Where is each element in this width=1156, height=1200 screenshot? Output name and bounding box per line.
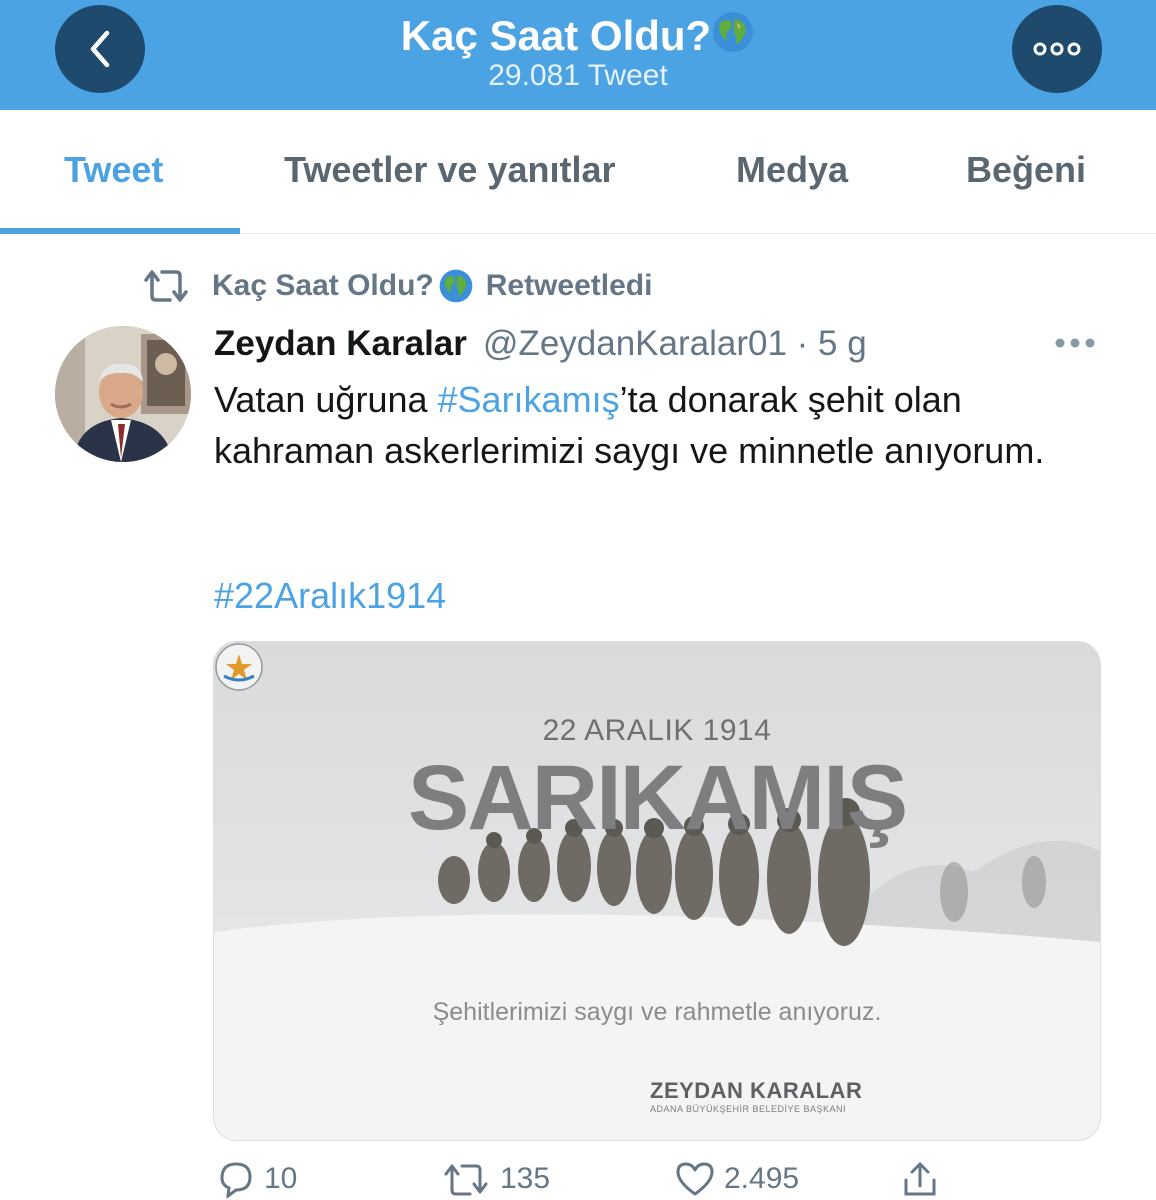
retweet-count: 135 (500, 1162, 551, 1195)
tweet-text-start: Vatan uğruna (214, 379, 438, 420)
avatar-photo (55, 326, 191, 462)
like-count: 2.495 (724, 1162, 800, 1195)
image-headline-text: SARIKAMIŞ (407, 747, 908, 849)
active-tab-indicator (0, 228, 240, 234)
tweet-count: 29.081 Tweet (488, 59, 668, 92)
reply-button[interactable]: 10 (216, 1160, 297, 1198)
profile-tabs: Tweet Tweetler ve yanıtlar Medya Beğeni (0, 110, 1156, 234)
retweet-icon (144, 270, 188, 302)
author-handle: @ZeydanKaralar01 · 5 g (482, 324, 867, 363)
tweet-text: Vatan uğruna #Sarıkamış’ta donarak şehit… (214, 374, 1114, 476)
tweet-media-image[interactable]: 22 ARALIK 1914 SARIKAMIŞ Şehitlerimizi s… (213, 641, 1101, 1141)
reply-icon (220, 1162, 252, 1198)
globe-icon (713, 12, 754, 52)
image-org-name: ZEYDAN KARALAR (650, 1078, 863, 1103)
hashtag-sarikamis[interactable]: #Sarıkamış (438, 379, 620, 420)
retweet-icon (444, 1164, 488, 1196)
share-icon (904, 1162, 936, 1196)
image-org-subtitle: ADANA BÜYÜKŞEHİR BELEDİYE BAŞKANI (650, 1104, 847, 1114)
retweet-context[interactable]: Kaç Saat Oldu? Retweetledi (140, 266, 652, 306)
retweet-button[interactable]: 135 (440, 1160, 550, 1198)
profile-title: Kaç Saat Oldu? (0, 10, 1156, 61)
globe-icon (439, 269, 473, 303)
tab-likes[interactable]: Beğeni (966, 148, 1086, 192)
retweeted-label: Retweetledi (485, 269, 653, 302)
municipality-logo-icon (215, 643, 263, 691)
retweeted-by: Kaç Saat Oldu? (212, 269, 434, 302)
profile-header: Kaç Saat Oldu? 29.081 Tweet (0, 0, 1156, 110)
author-name: Zeydan Karalar (214, 324, 467, 363)
more-options-button[interactable] (1012, 5, 1102, 93)
reply-count: 10 (264, 1162, 298, 1195)
like-button[interactable]: 2.495 (674, 1160, 799, 1198)
share-button[interactable] (900, 1160, 948, 1198)
tab-tweets[interactable]: Tweet (64, 148, 163, 192)
tweet-actions: 10 135 2.495 (0, 1160, 1156, 1200)
hashtag-22aralik1914[interactable]: #22Aralık1914 (214, 574, 446, 618)
tweet-author[interactable]: Zeydan Karalar @ZeydanKaralar01 · 5 g (214, 322, 867, 366)
image-caption-text: Şehitlerimizi saygı ve rahmetle anıyoruz… (432, 998, 882, 1026)
tab-tweets-and-replies[interactable]: Tweetler ve yanıtlar (284, 148, 616, 192)
tweet-options-button[interactable] (1054, 336, 1096, 355)
more-horizontal-icon (1033, 42, 1081, 56)
avatar[interactable] (55, 326, 191, 462)
heart-icon (676, 1162, 714, 1196)
more-horizontal-icon (1055, 338, 1095, 348)
image-date-text: 22 ARALIK 1914 (542, 714, 772, 747)
profile-title-text: Kaç Saat Oldu? (400, 12, 712, 59)
tab-media[interactable]: Medya (736, 148, 848, 192)
